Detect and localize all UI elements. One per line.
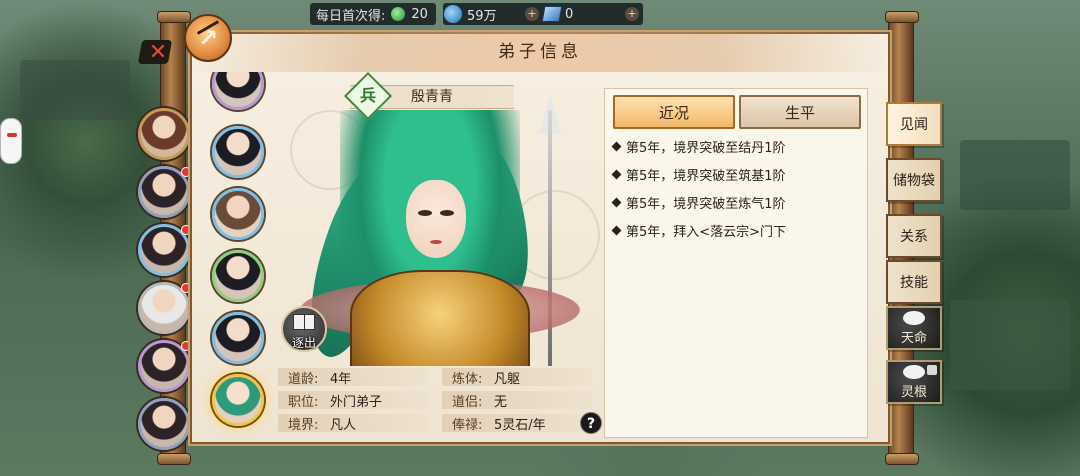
- stat-value: 无: [494, 394, 508, 410]
- daily-first-gain: 每日首次得: 20: [310, 3, 436, 25]
- side-tab-linggen[interactable]: 灵根: [886, 360, 942, 404]
- event-text: 第5年，拜入<落云宗>门下: [626, 225, 787, 240]
- stat-value: 凡躯: [494, 371, 521, 387]
- side-tab-guanxi[interactable]: 关系: [886, 214, 942, 258]
- rod-cap: [885, 11, 919, 23]
- resource-gem: 0 +: [541, 3, 643, 25]
- event-item: 第5年，境界突破至炼气1阶: [611, 193, 786, 212]
- stat-daolv: 道侣: 无: [442, 389, 592, 411]
- stat-label: 道龄:: [288, 371, 319, 387]
- info-panel: 近况 生平 第5年，境界突破至结丹1阶 第5年，境界突破至筑基1阶 第5年，境界…: [604, 88, 868, 438]
- daily-first-gain-value: 20: [411, 6, 428, 22]
- stat-fenglu: 俸禄: 5灵石/年: [442, 412, 592, 434]
- event-text: 第5年，境界突破至结丹1阶: [626, 141, 786, 156]
- disciple-avatar[interactable]: [212, 250, 264, 302]
- stat-zhiwei: 职位: 外门弟子: [278, 389, 428, 411]
- rod-cap: [157, 453, 191, 465]
- diamond-bullet-icon: [611, 169, 622, 180]
- disciple-stats: 道龄: 4年 炼体: 凡躯 职位: 外门弟子 道侣: 无 境界: 凡人 俸禄: …: [278, 366, 608, 438]
- sect-emblem-icon[interactable]: ↗: [184, 14, 232, 62]
- side-tab-label: 天命: [900, 330, 927, 346]
- daily-first-gain-label: 每日首次得:: [316, 8, 386, 24]
- disciple-avatar-selected[interactable]: [212, 374, 264, 426]
- stat-label: 炼体:: [452, 371, 483, 387]
- stat-value: 凡人: [330, 417, 357, 433]
- side-avatar[interactable]: [138, 224, 191, 276]
- side-tab-chuwudai[interactable]: 储物袋: [886, 158, 942, 202]
- panel-title: 弟子信息: [190, 32, 890, 72]
- stat-value: 5灵石/年: [494, 417, 546, 433]
- expel-label: 逐出: [291, 336, 316, 350]
- resource-gem-value: 0: [565, 6, 574, 22]
- resource-water: 59万 +: [443, 3, 543, 25]
- class-badge-label: 兵: [359, 86, 376, 105]
- golden-armor: [350, 270, 530, 366]
- diamond-bullet-icon: [611, 197, 622, 208]
- side-avatar[interactable]: [138, 282, 191, 334]
- stat-label: 俸禄:: [452, 417, 483, 433]
- lips: [430, 240, 442, 244]
- stat-label: 境界:: [288, 417, 319, 433]
- resource-water-value: 59万: [467, 8, 497, 24]
- stat-lianti: 炼体: 凡躯: [442, 366, 592, 388]
- stat-value: 4年: [330, 371, 352, 387]
- stat-value: 外门弟子: [330, 394, 383, 410]
- gem-icon: [541, 6, 563, 22]
- book-icon: [293, 314, 315, 331]
- event-item: 第5年，境界突破至筑基1阶: [611, 165, 786, 184]
- background-roof: [20, 60, 130, 120]
- diamond-bullet-icon: [611, 141, 622, 152]
- tab-recent[interactable]: 近况: [613, 95, 735, 129]
- event-item: 第5年，境界突破至结丹1阶: [611, 137, 786, 156]
- add-gem-button[interactable]: +: [625, 7, 639, 21]
- side-tab-jineng[interactable]: 技能: [886, 260, 942, 304]
- face: [406, 180, 466, 258]
- disciple-avatar[interactable]: [212, 126, 264, 178]
- side-avatar[interactable]: [138, 108, 190, 160]
- water-drop-icon: [443, 4, 463, 24]
- event-item: 第5年，拜入<落云宗>门下: [611, 221, 787, 240]
- side-avatar[interactable]: [138, 398, 190, 450]
- spirit-root-icon: [903, 364, 925, 379]
- character-portrait: [280, 80, 600, 366]
- eye: [418, 210, 432, 216]
- event-text: 第5年，境界突破至炼气1阶: [626, 197, 786, 212]
- disciple-avatar[interactable]: [212, 188, 264, 240]
- rod-cap: [885, 453, 919, 465]
- fate-icon: [903, 310, 925, 325]
- disciple-avatar[interactable]: [212, 312, 264, 364]
- disciple-avatar[interactable]: [212, 72, 264, 110]
- stat-label: 道侣:: [452, 394, 483, 410]
- help-button[interactable]: ?: [580, 412, 602, 434]
- background-roof: [960, 140, 1070, 210]
- event-text: 第5年，境界突破至筑基1阶: [626, 169, 786, 184]
- close-ribbon-icon[interactable]: ✕: [138, 37, 178, 67]
- ghost-companion-icon[interactable]: [0, 118, 22, 164]
- stat-daoling: 道龄: 4年: [278, 366, 428, 388]
- stat-jingjie: 境界: 凡人: [278, 412, 428, 434]
- tab-life[interactable]: 生平: [739, 95, 861, 129]
- rod-cap: [157, 11, 191, 23]
- disciple-list[interactable]: [204, 72, 272, 442]
- resource-bar: 59万 + 0 +: [443, 3, 643, 25]
- diamond-bullet-icon: [611, 225, 622, 236]
- eye: [440, 210, 454, 216]
- side-avatar[interactable]: [138, 166, 191, 218]
- lock-icon: [927, 365, 937, 375]
- side-tab-jianwen[interactable]: 见闻: [886, 102, 942, 146]
- side-tab-label: 技能: [900, 275, 928, 291]
- stat-label: 职位:: [288, 394, 319, 410]
- spirit-orb-icon: [391, 7, 406, 21]
- side-tab-label: 灵根: [900, 384, 927, 400]
- side-avatar[interactable]: [138, 340, 191, 392]
- background-roof: [950, 300, 1070, 390]
- side-tab-tianming[interactable]: 天命: [886, 306, 942, 350]
- add-water-button[interactable]: +: [525, 7, 539, 21]
